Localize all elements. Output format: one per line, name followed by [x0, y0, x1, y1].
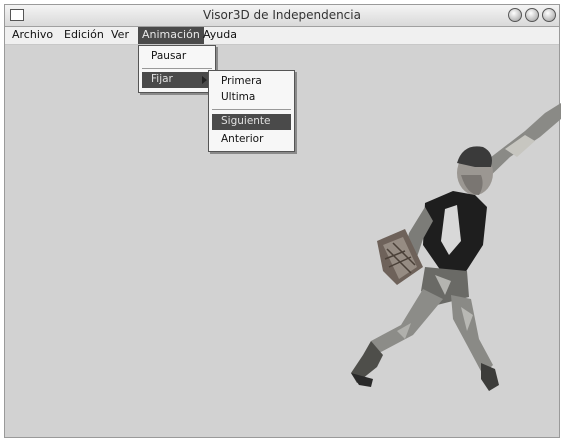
menu-ver[interactable]: Ver [107, 27, 133, 44]
menu-item-primera[interactable]: Primera [212, 74, 291, 90]
fijar-submenu: Primera Ultima Siguiente Anterior [208, 70, 295, 152]
close-button[interactable] [542, 8, 556, 22]
menu-item-siguiente[interactable]: Siguiente [212, 114, 291, 130]
menu-ayuda[interactable]: Ayuda [199, 27, 241, 44]
menu-item-fijar-label: Fijar [151, 73, 173, 85]
menu-separator [212, 109, 291, 110]
menu-separator [142, 68, 212, 69]
menu-animacion[interactable]: Animación [138, 27, 204, 44]
animacion-menu: Pausar Fijar [138, 45, 216, 93]
menu-item-ultima[interactable]: Ultima [212, 90, 291, 106]
menu-item-pausar[interactable]: Pausar [142, 49, 212, 65]
app-window: Visor3D de Independencia Archivo Edición… [4, 4, 561, 438]
minimize-button[interactable] [508, 8, 522, 22]
title-bar[interactable]: Visor3D de Independencia [5, 5, 559, 27]
menu-edicion[interactable]: Edición [60, 27, 108, 44]
menu-archivo[interactable]: Archivo [8, 27, 57, 44]
menu-item-anterior[interactable]: Anterior [212, 132, 291, 148]
menu-item-fijar[interactable]: Fijar [142, 72, 212, 88]
maximize-button[interactable] [525, 8, 539, 22]
menu-item-pausar-label: Pausar [151, 50, 187, 62]
window-title: Visor3D de Independencia [203, 8, 361, 22]
menu-bar: Archivo Edición Ver Animación Ayuda [5, 27, 559, 45]
submenu-arrow-icon [202, 76, 207, 84]
